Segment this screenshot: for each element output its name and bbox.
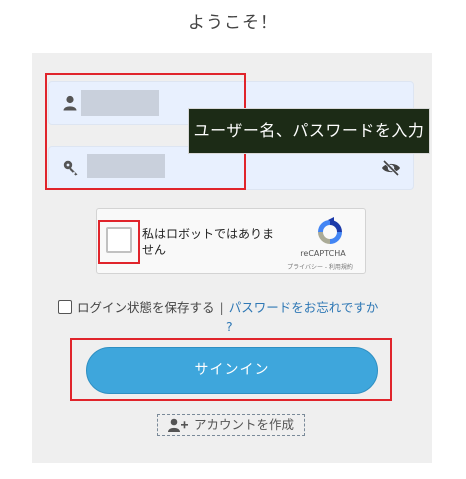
forgot-password-link[interactable]: パスワードをお忘れですか xyxy=(229,300,379,315)
recaptcha-label: 私はロボットではありません xyxy=(142,227,275,257)
page-title: ようこそ！ xyxy=(188,13,278,33)
signin-highlight xyxy=(70,338,392,401)
add-person-icon xyxy=(168,418,188,439)
eye-slash-icon[interactable] xyxy=(381,159,401,180)
separator: | xyxy=(219,300,224,315)
remember-label[interactable]: ログイン状態を保存する xyxy=(77,300,215,315)
recaptcha-brand: reCAPTCHA xyxy=(300,249,346,258)
forgot-password-link-question[interactable]: ? xyxy=(226,319,233,334)
instruction-tooltip: ユーザー名、パスワードを入力 xyxy=(188,108,430,154)
recaptcha-privacy-terms[interactable]: プライバシー - 利用規約 xyxy=(273,262,367,271)
captcha-checkbox-highlight xyxy=(98,220,140,264)
create-account-label: アカウントを作成 xyxy=(194,417,295,432)
remember-checkbox[interactable] xyxy=(58,300,72,314)
recaptcha-logo-icon xyxy=(315,217,345,251)
remember-row: ログイン状態を保存する | パスワードをお忘れですか xyxy=(58,299,418,317)
create-account-button[interactable]: アカウントを作成 xyxy=(157,414,305,436)
